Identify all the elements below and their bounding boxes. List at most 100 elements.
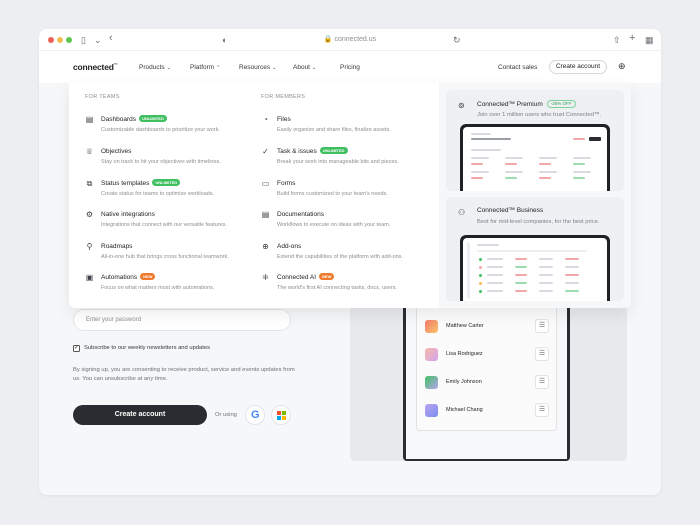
menu-item-dashboards[interactable]: ▤ Dashboards UNLIMITED Customizable dashb… (85, 115, 255, 143)
gear-icon: ⚙ (85, 210, 94, 219)
menu-item-status-templates[interactable]: ⧉ Status templates UNLIMITED Create statu… (85, 179, 255, 207)
chevron-down-icon: ⌄ (166, 65, 171, 71)
nav-platform[interactable]: Platform ⌃ (190, 64, 220, 71)
for-members-heading: FOR MEMBERS (261, 94, 306, 100)
nav-label: Platform (190, 64, 215, 71)
chevron-down-icon: ⌄ (272, 65, 277, 71)
premium-title: Connected™ Premium (477, 101, 543, 108)
nav-label: Resources (239, 64, 271, 71)
new-tab-icon[interactable]: + (629, 32, 635, 44)
business-description: Best for mid-level companies, for the be… (477, 219, 600, 225)
form-icon: ▭ (261, 179, 270, 188)
menu-item-title: Task & issues (277, 148, 317, 155)
google-signin-button[interactable]: G (245, 405, 265, 425)
menu-item-roadmaps[interactable]: ⚲ Roadmaps All-in-one hub that brings cr… (85, 242, 255, 270)
check-circle-icon: ✓ (262, 147, 269, 156)
menu-item-documentations[interactable]: ▤ Documentations Workflows to execute on… (261, 210, 431, 238)
menu-item-title: Files (277, 116, 291, 123)
new-badge: NEW (319, 273, 335, 280)
member-name: Michael Chang (446, 407, 483, 413)
menu-item-forms[interactable]: ▭ Forms Build forms customized to your t… (261, 179, 431, 207)
hamburger-menu-icon[interactable]: ☰ (535, 403, 549, 417)
business-plan-card[interactable]: ⚇ Connected™ Business Best for mid-level… (446, 197, 624, 301)
trophy-icon: ♕ (85, 147, 94, 156)
create-account-submit-button[interactable]: Create account (73, 405, 207, 425)
browser-window: ▯ ⌄ ‹ ◐ 🔒 connected.us ↻ ⇧ + ▦ connected… (39, 29, 661, 495)
create-account-button[interactable]: Create account (549, 60, 607, 74)
menu-item-title: Connected AI (277, 274, 317, 281)
back-icon[interactable]: ‹ (109, 32, 113, 44)
hamburger-menu-icon[interactable]: ☰ (535, 347, 549, 361)
or-using-label: Or using (215, 412, 237, 418)
reload-icon[interactable]: ↻ (453, 34, 461, 46)
menu-item-title: Automations (101, 274, 138, 281)
discount-badge: -25% OFF (546, 100, 576, 108)
newsletter-label: Subscribe to our weekly newsletters and … (84, 345, 210, 351)
list-item[interactable]: Michael Chang ☰ (425, 403, 550, 419)
chevron-down-icon[interactable]: ⌄ (94, 34, 102, 46)
menu-item-native-integrations[interactable]: ⚙ Native integrations Integrations that … (85, 210, 255, 238)
avatar (425, 320, 438, 333)
chevron-down-icon: ⌄ (312, 65, 317, 71)
nav-about[interactable]: About ⌄ (293, 64, 316, 71)
hamburger-menu-icon[interactable]: ☰ (535, 375, 549, 389)
newsletter-checkbox[interactable]: ✓ (73, 345, 80, 352)
browser-toolbar: ▯ ⌄ ‹ ◐ 🔒 connected.us ↻ ⇧ + ▦ (39, 29, 661, 51)
menu-item-description: Stay on track to hit your objectives wit… (101, 159, 221, 165)
menu-item-add-ons[interactable]: ⊕ Add-ons Extend the capabilities of the… (261, 242, 431, 270)
unlimited-badge: UNLIMITED (319, 147, 348, 154)
url-text: connected.us (334, 36, 377, 43)
sidebar-icon[interactable]: ▯ (81, 34, 86, 46)
nav-products[interactable]: Products ⌄ (139, 64, 171, 71)
nav-resources[interactable]: Resources ⌄ (239, 64, 276, 71)
hamburger-menu-icon[interactable]: ☰ (535, 319, 549, 333)
shield-icon[interactable]: ◐ (222, 34, 227, 46)
selected-members-card: Selected team members › Matthew Carter ☰… (416, 297, 557, 431)
logo-trademark: ™ (113, 62, 118, 68)
menu-item-automations[interactable]: ▣ Automations NEW Focus on what matters m… (85, 273, 255, 301)
menu-item-task-issues[interactable]: ✓ Task & issues UNLIMITED Break your work… (261, 147, 431, 175)
close-window-dot[interactable] (48, 37, 54, 43)
chevron-up-icon: ⌃ (216, 65, 221, 71)
menu-item-description: The world's first AI connecting tasks, d… (277, 285, 397, 291)
password-placeholder: Enter your password (86, 317, 142, 323)
business-title: Connected™ Business (477, 207, 544, 214)
add-on-icon: ⊕ (262, 242, 269, 251)
microsoft-icon (277, 411, 286, 420)
zoom-window-dot[interactable] (66, 37, 72, 43)
list-item[interactable]: Matthew Carter ☰ (425, 319, 550, 335)
microsoft-signin-button[interactable] (271, 405, 291, 425)
minimize-window-dot[interactable] (57, 37, 63, 43)
google-icon: G (251, 409, 260, 421)
nav-label: About (293, 64, 310, 71)
users-icon: ⚇ (458, 208, 466, 217)
member-name: Matthew Carter (446, 323, 484, 329)
premium-plan-card[interactable]: ⊚ Connected™ Premium -25% OFF Join over 1… (446, 90, 624, 191)
share-icon[interactable]: ⇧ (613, 34, 621, 46)
logo[interactable]: connected™ (73, 62, 118, 72)
dashboard-icon: ▤ (85, 115, 94, 124)
menu-item-title: Status templates (101, 180, 150, 187)
tab-overview-icon[interactable]: ▦ (645, 34, 654, 46)
nav-pricing[interactable]: Pricing (340, 64, 360, 71)
ai-icon: ⁜ (262, 273, 269, 282)
list-item[interactable]: Lisa Rodriguez ☰ (425, 347, 550, 363)
menu-item-description: Focus on what matters most with automati… (101, 285, 215, 291)
contact-sales-link[interactable]: Contact sales (498, 64, 537, 71)
menu-item-files[interactable]: ◔ Files Easily organize and share files,… (261, 115, 431, 143)
menu-item-objectives[interactable]: ♕ Objectives Stay on track to hit your o… (85, 147, 255, 175)
money-bag-icon: ⊚ (458, 101, 465, 110)
menu-item-description: All-in-one hub that brings cross functio… (101, 254, 229, 260)
avatar (425, 376, 438, 389)
phone-mockup: Selected team members › Matthew Carter ☰… (403, 287, 570, 461)
templates-icon: ⧉ (86, 179, 93, 188)
password-field[interactable]: Enter your password (73, 309, 291, 331)
list-item[interactable]: Emily Johnson ☰ (425, 375, 550, 391)
globe-icon[interactable]: ⊕ (618, 61, 626, 72)
address-bar[interactable]: 🔒 connected.us (239, 34, 461, 46)
member-name: Lisa Rodriguez (446, 351, 483, 357)
document-icon: ▤ (261, 210, 270, 219)
menu-item-description: Create status for teams to optimize work… (101, 191, 215, 197)
automation-icon: ▣ (85, 273, 94, 282)
menu-item-connected-ai[interactable]: ⁜ Connected AI NEW The world's first AI c… (261, 273, 431, 301)
